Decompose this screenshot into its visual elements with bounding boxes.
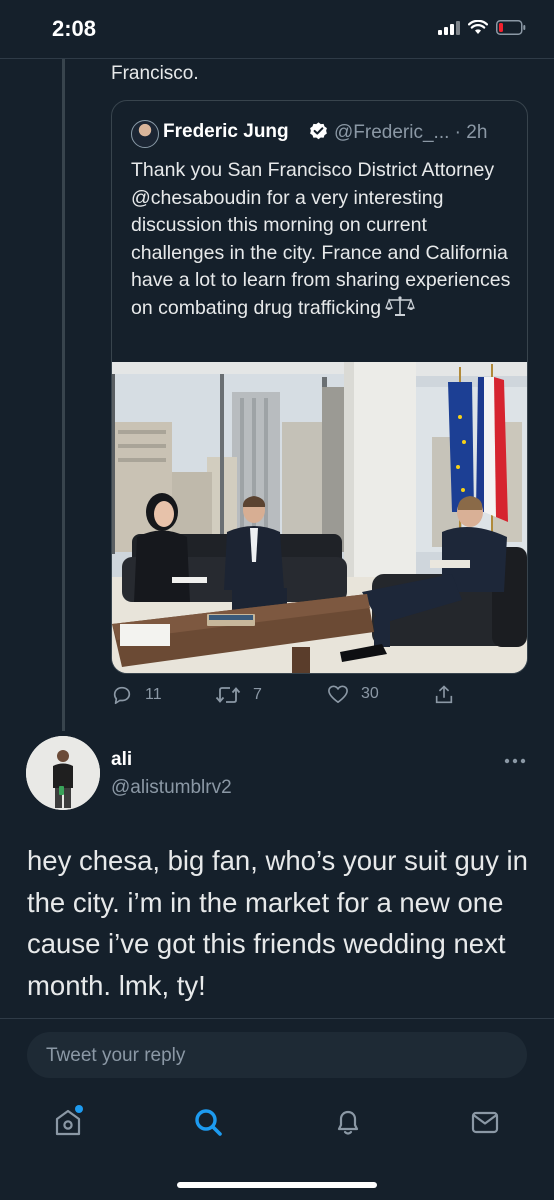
share-action[interactable] bbox=[433, 684, 455, 706]
reply-author-name[interactable]: ali bbox=[111, 749, 132, 771]
bottom-tab-bar bbox=[0, 1090, 554, 1156]
status-icons bbox=[438, 20, 526, 35]
tab-search[interactable] bbox=[190, 1104, 226, 1140]
battery-icon bbox=[496, 20, 526, 35]
signal-icon bbox=[438, 20, 460, 35]
more-options-icon[interactable] bbox=[504, 758, 526, 764]
tab-home[interactable] bbox=[50, 1104, 86, 1140]
quoted-author-avatar[interactable] bbox=[131, 120, 159, 148]
quoted-tweet-body: Thank you San Francisco District Attorne… bbox=[131, 159, 511, 319]
tab-notifications[interactable] bbox=[330, 1104, 366, 1140]
quoted-author-handle: @Frederic_... · 2h bbox=[334, 122, 487, 144]
reply-count: 11 bbox=[145, 686, 162, 703]
notifications-icon bbox=[337, 1110, 359, 1135]
tweet-action-bar: 11 7 30 bbox=[111, 684, 471, 710]
office-meeting-photo[interactable] bbox=[112, 362, 527, 673]
reply-action[interactable]: 11 bbox=[111, 684, 162, 706]
messages-icon bbox=[471, 1111, 499, 1134]
previous-tweet-text: Francisco. bbox=[111, 63, 199, 84]
retweet-icon bbox=[215, 687, 241, 703]
like-action[interactable]: 30 bbox=[327, 684, 379, 704]
verified-badge-icon bbox=[310, 122, 327, 140]
top-divider bbox=[0, 58, 554, 59]
heart-icon bbox=[328, 685, 348, 703]
wifi-icon bbox=[468, 20, 488, 35]
tab-messages[interactable] bbox=[467, 1104, 503, 1140]
retweet-count: 7 bbox=[253, 686, 262, 703]
reply-author-avatar[interactable] bbox=[26, 736, 100, 810]
quoted-handle-text: @Frederic_... bbox=[334, 122, 450, 143]
quoted-tweet-text: Thank you San Francisco District Attorne… bbox=[131, 157, 511, 322]
status-time: 2:08 bbox=[52, 16, 97, 41]
scales-icon bbox=[385, 295, 415, 316]
quoted-time: · 2h bbox=[454, 122, 488, 143]
retweet-action[interactable]: 7 bbox=[215, 684, 262, 706]
status-bar: 2:08 bbox=[0, 0, 554, 60]
bottom-divider bbox=[0, 1018, 554, 1019]
like-count: 30 bbox=[361, 685, 379, 702]
search-icon bbox=[195, 1109, 222, 1136]
quoted-tweet-card[interactable]: Frederic Jung @Frederic_... · 2h Thank y… bbox=[111, 100, 528, 674]
quoted-author-name[interactable]: Frederic Jung bbox=[163, 121, 289, 143]
avatar-photo bbox=[26, 736, 100, 810]
thread-line bbox=[62, 59, 65, 731]
home-icon bbox=[55, 1105, 83, 1136]
reply-author-handle: @alistumblrv2 bbox=[111, 777, 232, 798]
reply-icon bbox=[113, 686, 131, 705]
share-icon bbox=[435, 685, 453, 704]
reply-input[interactable] bbox=[44, 1032, 508, 1080]
reply-composer[interactable] bbox=[27, 1032, 527, 1080]
reply-tweet-text: hey chesa, big fan, who’s your suit guy … bbox=[27, 845, 528, 1001]
home-indicator[interactable] bbox=[177, 1182, 377, 1188]
